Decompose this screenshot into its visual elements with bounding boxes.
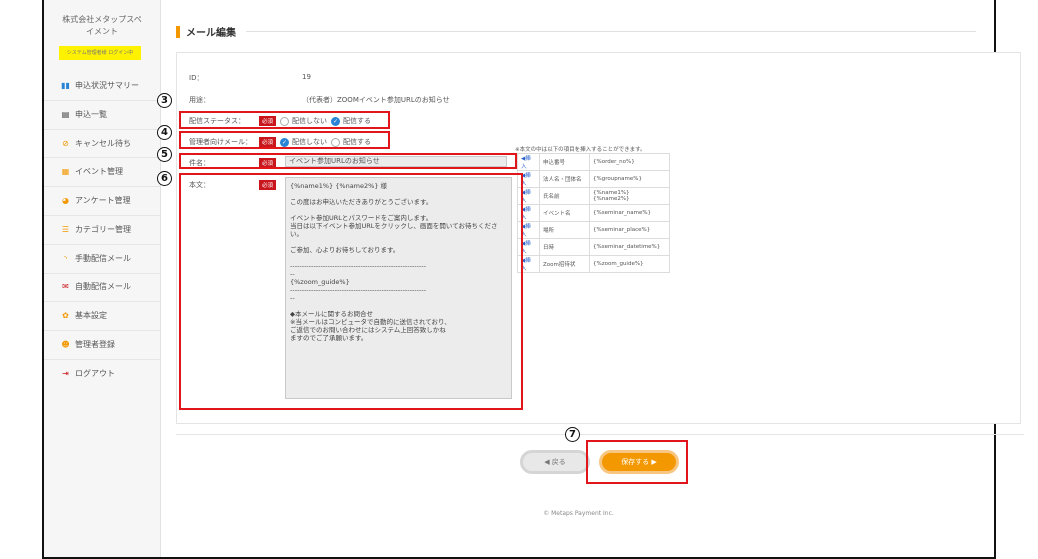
title-divider <box>246 31 976 32</box>
placeholder-name: 法人名・団体名 <box>539 170 590 188</box>
id-label: ID： <box>189 74 204 82</box>
table-row: ◀挿入 法人名・団体名 {%groupname%} <box>517 170 670 188</box>
annotation-number-7: 7 <box>565 427 580 442</box>
brand: 株式会社メタップスペ イメント <box>44 0 160 42</box>
annotation-box-save <box>586 440 688 484</box>
annotation-number-5: 5 <box>157 147 172 162</box>
gear-icon: ✿ <box>62 311 69 321</box>
sidebar-item-admins[interactable]: ☻ 管理者登録 <box>44 331 160 360</box>
page-header: メール編集 <box>176 24 976 39</box>
sidebar-item-label: ログアウト <box>75 369 115 379</box>
grid-icon: ▦ <box>61 167 70 177</box>
sidebar-item-manual-mail[interactable]: ◝ 手動配信メール <box>44 245 160 274</box>
mail-icon: ✉ <box>62 282 69 292</box>
annotation-number-3: 3 <box>157 93 172 108</box>
sidebar-nav: ▮▮ 申込状況サマリー ▤ 申込一覧 ⊘ キャンセル待ち ▦ イベント管理 ◕ アンケート… <box>44 72 160 389</box>
id-row: ID： <box>189 73 259 83</box>
placeholder-table: ◀挿入 申込番号 {%order_no%} ◀挿入 法人名・団体名 {%groupnam… <box>517 153 670 273</box>
placeholder-code: {%seminar_place%} <box>589 221 670 239</box>
placeholder-name: 日時 <box>539 238 590 256</box>
placeholder-name: 申込番号 <box>539 153 590 171</box>
annotation-box-subject <box>179 153 517 169</box>
login-badge: システム管理者様 ログイン中 <box>59 46 141 60</box>
placeholder-code: {%seminar_datetime%} <box>589 238 670 256</box>
sidebar-item-applications[interactable]: ▤ 申込一覧 <box>44 101 160 130</box>
table-row: ◀挿入 申込番号 {%order_no%} <box>517 153 670 171</box>
page-title: メール編集 <box>186 28 236 39</box>
sidebar-item-waitlist[interactable]: ⊘ キャンセル待ち <box>44 130 160 159</box>
brand-line1: 株式会社メタップスペ <box>62 15 142 24</box>
placeholder-name: イベント名 <box>539 204 590 222</box>
sidebar-item-label: イベント管理 <box>75 167 123 177</box>
cancel-icon: ⊘ <box>62 138 69 148</box>
back-icon: ◀ <box>544 458 552 466</box>
placeholder-code: {%order_no%} <box>589 153 670 171</box>
list-icon: ☰ <box>61 224 70 234</box>
placeholder-code: {%zoom_guide%} <box>589 255 670 273</box>
purpose-row: 用途： <box>189 95 259 105</box>
placeholder-code: {%groupname%} <box>589 170 670 188</box>
placeholder-code: {%seminar_name%} <box>589 204 670 222</box>
sidebar-item-settings[interactable]: ✿ 基本設定 <box>44 302 160 332</box>
users-icon: ☻ <box>61 340 70 350</box>
sidebar-item-logout[interactable]: ⇥ ログアウト <box>44 360 160 389</box>
annotation-number-4: 4 <box>157 125 172 140</box>
sidebar-item-label: 手動配信メール <box>75 253 131 263</box>
rss-icon: ◝ <box>63 253 68 263</box>
placeholder-note: ※本文の中は以下の項目を挿入することができます。 <box>515 147 646 153</box>
purpose-value: （代表者）ZOOMイベント参加URLのお知らせ <box>302 96 450 104</box>
book-icon: ▤ <box>61 109 70 119</box>
sidebar-item-label: 申込一覧 <box>75 109 107 119</box>
placeholder-name: 氏名前 <box>539 187 590 205</box>
copyright: © Metaps Payment Inc. <box>543 510 614 517</box>
chart-icon: ▮▮ <box>61 80 70 90</box>
sidebar-item-label: 管理者登録 <box>75 340 115 350</box>
pie-icon: ◕ <box>62 196 69 206</box>
purpose-label: 用途： <box>189 96 210 104</box>
annotation-box-body <box>179 173 523 410</box>
annotation-box-status <box>179 111 390 129</box>
sidebar-item-events[interactable]: ▦ イベント管理 <box>44 158 160 188</box>
table-row: ◀挿入 日時 {%seminar_datetime%} <box>517 238 670 256</box>
table-row: ◀挿入 場所 {%seminar_place%} <box>517 221 670 239</box>
sidebar-item-label: 申込状況サマリー <box>75 80 139 90</box>
brand-line2: イメント <box>86 27 118 36</box>
footer-divider <box>176 434 1024 435</box>
sidebar-item-label: 基本設定 <box>75 311 107 321</box>
sidebar-item-label: 自動配信メール <box>75 282 131 292</box>
title-accent-bar <box>176 25 180 38</box>
sidebar-item-category[interactable]: ☰ カテゴリー管理 <box>44 216 160 245</box>
back-button[interactable]: ◀ 戻る <box>520 450 590 474</box>
id-value: 19 <box>302 73 311 81</box>
placeholder-name: 場所 <box>539 221 590 239</box>
back-label: 戻る <box>551 458 566 466</box>
table-row: ◀挿入 イベント名 {%seminar_name%} <box>517 204 670 222</box>
sidebar-item-label: キャンセル待ち <box>75 138 131 148</box>
sidebar-item-summary[interactable]: ▮▮ 申込状況サマリー <box>44 72 160 101</box>
placeholder-name: Zoom招待状 <box>539 255 590 273</box>
sidebar: 株式会社メタップスペ イメント システム管理者様 ログイン中 ▮▮ 申込状況サマリ… <box>44 0 161 557</box>
sidebar-item-auto-mail[interactable]: ✉ 自動配信メール <box>44 274 160 303</box>
insert-link[interactable]: ◀挿入 <box>517 153 540 171</box>
annotation-number-6: 6 <box>157 171 172 186</box>
sidebar-item-label: カテゴリー管理 <box>75 224 131 234</box>
table-row: ◀挿入 氏名前 {%name1%} {%name2%} <box>517 187 670 205</box>
placeholder-code: {%name1%} {%name2%} <box>589 187 670 205</box>
table-row: ◀挿入 Zoom招待状 {%zoom_guide%} <box>517 255 670 273</box>
logout-icon: ⇥ <box>62 369 69 379</box>
annotation-box-admin-mail <box>179 131 390 149</box>
sidebar-item-survey[interactable]: ◕ アンケート管理 <box>44 187 160 216</box>
sidebar-item-label: アンケート管理 <box>75 196 131 206</box>
